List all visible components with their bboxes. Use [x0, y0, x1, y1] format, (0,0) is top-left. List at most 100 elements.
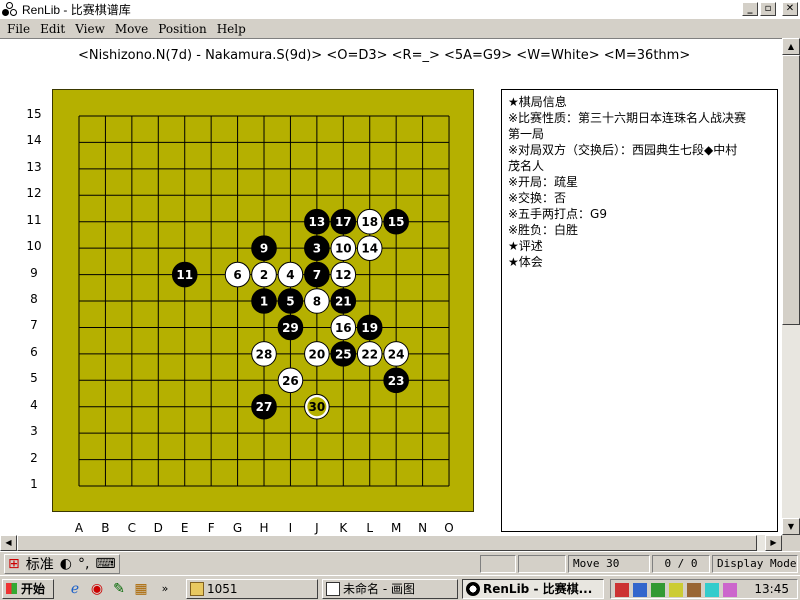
soft-keyboard-icon[interactable]: ⌨ [92, 556, 118, 572]
clock-app-icon[interactable]: ◉ [88, 580, 106, 598]
menu-view[interactable]: View [70, 22, 110, 36]
more-quicklaunch-icon[interactable]: » [156, 580, 174, 598]
scroll-right-icon[interactable]: ▶ [765, 535, 782, 551]
stone-black-27[interactable]: 27 [251, 393, 277, 420]
stone-white-16[interactable]: 16 [330, 314, 357, 341]
stone-white-10[interactable]: 10 [330, 235, 357, 261]
stone-black-15[interactable]: 15 [383, 208, 409, 235]
calculator-icon[interactable]: ▦ [132, 580, 150, 598]
stone-white-18[interactable]: 18 [356, 208, 383, 235]
stone-black-17[interactable]: 17 [330, 208, 357, 235]
scroll-up-icon[interactable]: ▲ [782, 38, 800, 55]
stone-black-29[interactable]: 29 [277, 314, 304, 341]
stone-white-4[interactable]: 4 [277, 261, 304, 288]
move-number: 9 [260, 242, 268, 256]
stone-black-7[interactable]: 7 [304, 261, 330, 288]
tray-network-icon[interactable] [633, 583, 647, 597]
status-field-empty-1 [480, 555, 516, 573]
stone-black-11[interactable]: 11 [171, 261, 198, 288]
info-line: ★体会 [508, 255, 543, 269]
edit-app-icon[interactable]: ✎ [110, 580, 128, 598]
move-number: 8 [313, 295, 321, 309]
move-number: 28 [256, 347, 273, 361]
vertical-scrollbar[interactable]: ▲ ▼ [782, 38, 800, 535]
task-paint[interactable]: 未命名 - 画图 [322, 579, 458, 599]
row-label: 4 [30, 397, 38, 412]
menu-move[interactable]: Move [110, 22, 153, 36]
game-info-panel[interactable]: ★棋局信息 ※比赛性质：第三十六期日本连珠名人战决赛 第一局 ※对局双方（交换后… [501, 89, 778, 532]
stone-black-21[interactable]: 21 [330, 288, 357, 314]
task-label: 未命名 - 画图 [343, 582, 415, 596]
status-count: 0 / 0 [652, 555, 710, 573]
move-number: 21 [335, 295, 352, 309]
menu-position[interactable]: Position [153, 22, 211, 36]
info-line: 茂名人 [508, 159, 545, 173]
move-number: 16 [335, 321, 352, 335]
tray-app-icon-3[interactable] [687, 583, 701, 597]
system-tray: 13:45 [610, 579, 798, 599]
stone-black-13[interactable]: 13 [304, 208, 330, 235]
stone-white-2[interactable]: 2 [251, 261, 277, 288]
paint-icon [326, 582, 340, 596]
stone-black-3[interactable]: 3 [304, 235, 330, 261]
row-label: 11 [26, 212, 42, 227]
scroll-corner [782, 535, 800, 551]
info-line: 第一局 [508, 127, 545, 141]
stone-white-14[interactable]: 14 [356, 235, 383, 261]
task-renlib[interactable]: RenLib - 比赛棋... [462, 579, 604, 599]
menu-edit[interactable]: Edit [35, 22, 70, 36]
gomoku-board[interactable]: 1 2 3 4 5 6 7 8 9 10 11 12 13 14 15 16 17 18 19 20 21 22 23 24 2… [52, 89, 474, 512]
move-number: 27 [256, 400, 273, 414]
stone-white-22[interactable]: 22 [356, 341, 383, 367]
taskbar-clock[interactable]: 13:45 [754, 582, 789, 596]
move-number: 11 [176, 268, 193, 282]
scroll-down-icon[interactable]: ▼ [782, 518, 800, 535]
stone-black-9[interactable]: 9 [251, 235, 277, 261]
menu-file[interactable]: File [2, 22, 35, 36]
horizontal-scroll-thumb[interactable] [17, 535, 757, 551]
start-button[interactable]: 开始 [2, 579, 54, 599]
info-line: ※对局双方（交换后）：西园典生七段◆中村 [508, 143, 738, 157]
stone-white-20[interactable]: 20 [304, 341, 330, 367]
board-grid[interactable]: 123456 789 1011 121314151617 181920212223242… [53, 90, 473, 511]
row-label: 1 [30, 477, 38, 492]
punctuation-icon[interactable]: °, [75, 556, 92, 572]
menu-help[interactable]: Help [212, 22, 251, 36]
stone-black-19[interactable]: 19 [356, 314, 383, 341]
tray-app-icon-1[interactable] [615, 583, 629, 597]
taskbar: 开始 ℯ ◉ ✎ ▦ » 1051 未命名 - 画图 RenLib - 比赛棋.… [0, 575, 800, 600]
tray-app-icon-2[interactable] [651, 583, 665, 597]
close-button[interactable]: ✕ [782, 2, 798, 16]
stone-white-12[interactable]: 12 [330, 261, 357, 288]
minimize-button[interactable]: _ [742, 2, 758, 16]
row-label: 9 [30, 265, 38, 280]
vertical-scroll-thumb[interactable] [782, 55, 800, 325]
ime-mode[interactable]: 标准 [23, 554, 57, 574]
stone-black-5[interactable]: 5 [277, 288, 304, 314]
tray-app-icon-5[interactable] [723, 583, 737, 597]
stone-white-30[interactable]: 30 [304, 393, 330, 420]
row-label: 12 [26, 186, 42, 201]
internet-explorer-icon[interactable]: ℯ [66, 580, 84, 598]
tray-volume-icon[interactable] [669, 583, 683, 597]
maximize-button[interactable]: ▫ [760, 2, 776, 16]
column-label: L [366, 521, 374, 535]
stone-black-1[interactable]: 1 [251, 288, 277, 314]
task-folder-1051[interactable]: 1051 [186, 579, 318, 599]
title-bar: RenLib - 比赛棋谱库 _ ▫ ✕ [0, 0, 800, 19]
ime-logo-icon[interactable]: ⊞ [5, 556, 23, 572]
stone-white-26[interactable]: 26 [277, 367, 304, 394]
stone-black-23[interactable]: 23 [383, 367, 409, 394]
horizontal-scrollbar[interactable]: ◀ ▶ [0, 535, 782, 551]
tray-app-icon-4[interactable] [705, 583, 719, 597]
stone-white-6[interactable]: 6 [224, 261, 251, 288]
column-label: F [207, 521, 215, 535]
stone-white-24[interactable]: 24 [383, 341, 409, 367]
renlib-app-icon[interactable] [2, 1, 18, 18]
stone-white-8[interactable]: 8 [304, 288, 330, 314]
halfwidth-moon-icon[interactable]: ◐ [57, 556, 75, 572]
stone-white-28[interactable]: 28 [251, 341, 277, 367]
stone-black-25[interactable]: 25 [330, 341, 357, 367]
scroll-left-icon[interactable]: ◀ [0, 535, 17, 551]
ime-toolbar[interactable]: ⊞ 标准 ◐ °, ⌨ [4, 554, 120, 574]
